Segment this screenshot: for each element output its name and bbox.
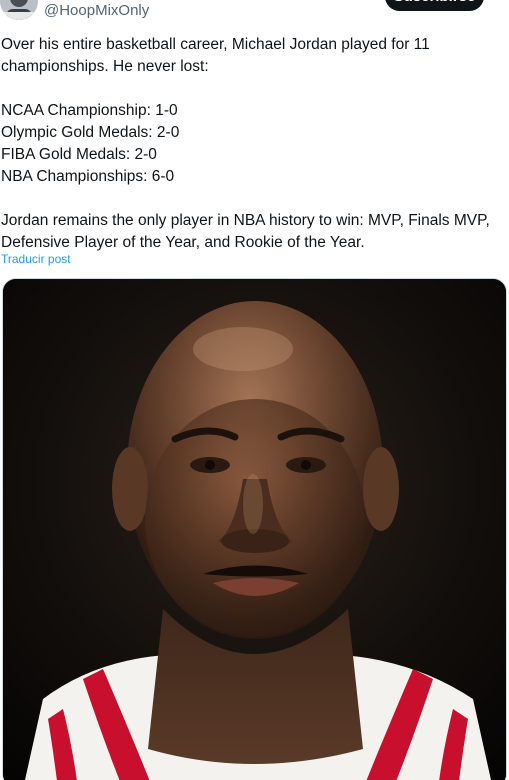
post-line: Olympic Gold Medals: 2-0 xyxy=(1,124,180,141)
post-line: Over his entire basketball career, Micha… xyxy=(1,36,430,53)
post-line: NBA Championships: 6-0 xyxy=(1,168,175,185)
user-handle[interactable]: @HoopMixOnly xyxy=(44,2,149,20)
post-line-blank xyxy=(1,78,506,100)
post-line: Defensive Player of the Year, and Rookie… xyxy=(1,234,365,251)
post-text: Over his entire basketball career, Micha… xyxy=(1,34,506,254)
post-photo[interactable] xyxy=(2,278,507,780)
avatar-image xyxy=(0,0,38,20)
tweet-header: @HoopMixOnly Suscribirse xyxy=(0,0,509,22)
translate-post-link[interactable]: Traducir post xyxy=(1,251,71,267)
post-line: championships. He never lost: xyxy=(1,58,209,75)
post-line: NCAA Championship: 1-0 xyxy=(1,102,178,119)
post-line: Jordan remains the only player in NBA hi… xyxy=(1,212,490,229)
tweet: @HoopMixOnly Suscribirse Over his entire… xyxy=(0,0,509,780)
portrait-image xyxy=(3,279,506,780)
post-line: FIBA Gold Medals: 2-0 xyxy=(1,146,157,163)
subscribe-button[interactable]: Suscribirse xyxy=(385,0,484,11)
post-line-blank xyxy=(1,188,506,210)
user-avatar[interactable] xyxy=(0,0,38,20)
